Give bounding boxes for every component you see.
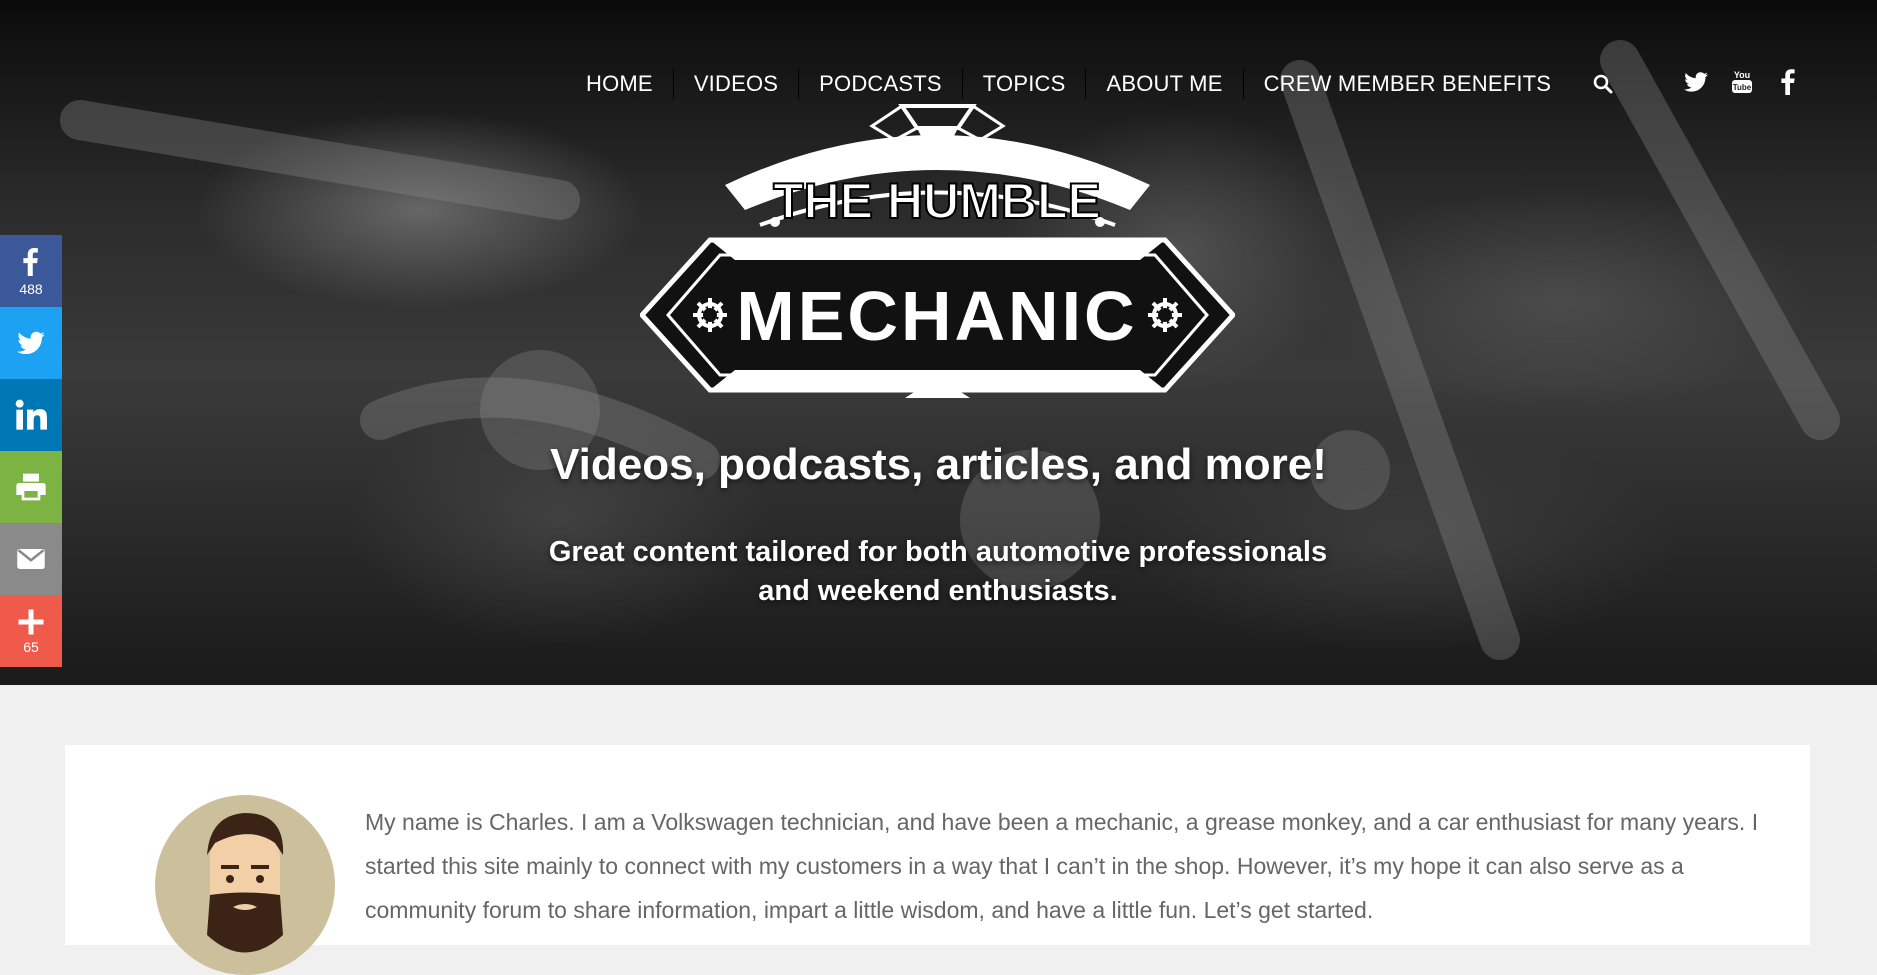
share-more-button[interactable]: 65: [0, 595, 62, 667]
svg-text:Tube: Tube: [1733, 83, 1752, 92]
hero-banner: HOME VIDEOS PODCASTS TOPICS ABOUT ME CRE…: [0, 0, 1877, 685]
nav-topics[interactable]: TOPICS: [961, 69, 1086, 99]
more-share-count: 65: [23, 639, 39, 655]
facebook-share-count: 488: [19, 281, 43, 297]
nav-about-me[interactable]: ABOUT ME: [1085, 69, 1242, 99]
nav-crew-member-benefits[interactable]: CREW MEMBER BENEFITS: [1242, 69, 1572, 99]
bearded-man-illustration: [207, 813, 284, 953]
share-linkedin-button[interactable]: [0, 379, 62, 451]
logo-text-main: MECHANIC: [736, 277, 1137, 355]
hero-headline: Videos, podcasts, articles, and more!: [550, 440, 1327, 489]
search-icon[interactable]: [1591, 72, 1615, 96]
site-logo[interactable]: THE HUMBLE MECHANIC: [640, 100, 1235, 400]
print-icon: [16, 473, 46, 501]
hero-subheadline-line-2: and weekend enthusiasts.: [758, 575, 1118, 607]
main-navigation: HOME VIDEOS PODCASTS TOPICS ABOUT ME CRE…: [566, 66, 1615, 102]
hero-subheadline: Great content tailored for both automoti…: [538, 533, 1338, 611]
hero-subheadline-line-1: Great content tailored for both automoti…: [548, 536, 1328, 568]
twitter-icon: [17, 331, 45, 355]
twitter-icon[interactable]: [1683, 68, 1709, 96]
share-print-button[interactable]: [0, 451, 62, 523]
share-sidebar: 488 65: [0, 235, 62, 667]
svg-text:You: You: [1734, 70, 1750, 80]
plus-icon: [18, 609, 44, 635]
email-icon: [17, 549, 45, 569]
author-avatar: [155, 795, 335, 975]
facebook-icon[interactable]: [1775, 68, 1801, 96]
author-intro-text: My name is Charles. I am a Volkswagen te…: [365, 809, 1759, 923]
nav-videos[interactable]: VIDEOS: [672, 69, 798, 99]
nav-podcasts[interactable]: PODCASTS: [798, 69, 962, 99]
logo-text-top: THE HUMBLE: [773, 173, 1101, 229]
linkedin-icon: [15, 399, 47, 430]
about-card: My name is Charles. I am a Volkswagen te…: [65, 745, 1810, 975]
facebook-icon: [23, 248, 38, 276]
youtube-icon[interactable]: You Tube: [1729, 68, 1755, 96]
share-twitter-button[interactable]: [0, 307, 62, 379]
nav-home[interactable]: HOME: [566, 69, 673, 99]
share-email-button[interactable]: [0, 523, 62, 595]
social-links: You Tube: [1683, 68, 1801, 96]
share-facebook-button[interactable]: 488: [0, 235, 62, 307]
